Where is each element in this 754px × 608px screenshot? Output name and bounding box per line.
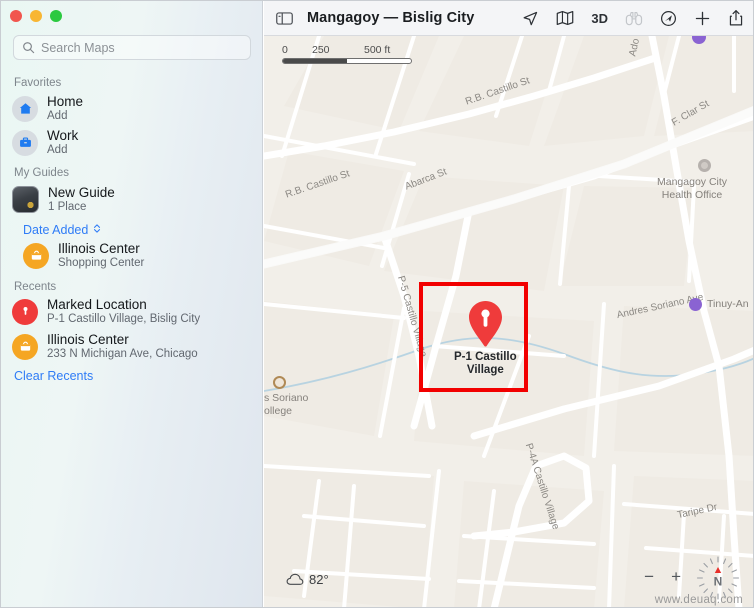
scale-track (282, 58, 412, 64)
toolbar-buttons: 3D (522, 9, 744, 27)
clear-recents-button[interactable]: Clear Recents (14, 369, 93, 383)
sort-order-label: Date Added (23, 223, 89, 237)
sidebar-item-new-guide-subtitle: 1 Place (48, 200, 87, 213)
sidebar-item-work-title: Work (47, 128, 79, 143)
close-window-button[interactable] (10, 10, 22, 22)
sidebar-item-work-subtitle: Add (47, 143, 68, 156)
sidebar: Favorites Home Add Work (1, 1, 263, 607)
sidebar-item-home-subtitle: Add (47, 109, 68, 122)
recent-item-subtitle: 233 N Michigan Ave, Chicago (47, 347, 198, 360)
toolbar: Mangagoy — Bislig City 3D (264, 1, 753, 36)
sort-chevrons-icon (92, 223, 102, 237)
weather-temperature: 82° (309, 572, 329, 587)
zoom-controls: − + (644, 567, 681, 587)
scale-bar: 0 250 500 ft (282, 44, 412, 64)
binoculars-icon[interactable] (625, 11, 643, 26)
recent-item-marked-location[interactable]: Marked Location P-1 Castillo Village, Bi… (12, 297, 258, 326)
share-upload-icon[interactable] (728, 9, 744, 27)
scale-tick-500: 500 ft (364, 44, 391, 56)
zoom-in-button[interactable]: + (671, 567, 681, 587)
zoom-out-button[interactable]: − (644, 567, 654, 587)
sort-order-button[interactable]: Date Added (23, 223, 102, 237)
sidebar-toggle-icon[interactable] (276, 11, 293, 26)
svg-text:N: N (714, 574, 723, 588)
scale-tick-0: 0 (282, 44, 288, 56)
maps-window: Favorites Home Add Work (0, 0, 754, 608)
recent-item-illinois-center[interactable]: Illinois Center 233 N Michigan Ave, Chic… (12, 332, 258, 361)
sidebar-item-new-guide[interactable]: New Guide 1 Place (12, 185, 258, 214)
guide-thumbnail-icon (12, 186, 39, 214)
minimize-window-button[interactable] (30, 10, 42, 22)
home-icon (12, 95, 38, 122)
section-header-recents: Recents (14, 281, 57, 293)
location-arrow-icon[interactable] (522, 10, 539, 27)
map-pane: Mangagoy — Bislig City 3D 0 250 500 ft R… (264, 1, 753, 607)
watermark: www.deuaq.com (654, 594, 743, 606)
map-pin-icon (12, 298, 38, 325)
guide-place-illinois-center[interactable]: Illinois Center Shopping Center (23, 241, 258, 270)
health-office-poi-icon[interactable] (698, 159, 711, 172)
cloud-icon (286, 573, 304, 586)
search-icon (22, 41, 35, 54)
section-header-favorites: Favorites (14, 77, 62, 89)
guide-place-subtitle: Shopping Center (58, 256, 145, 269)
search-input[interactable] (41, 40, 242, 55)
guide-place-title: Illinois Center (58, 241, 140, 256)
selected-pin-label: P-1 Castillo Village (454, 351, 517, 377)
page-title: Mangagoy — Bislig City (307, 10, 475, 26)
plus-icon[interactable] (694, 10, 711, 27)
3d-icon[interactable]: 3D (591, 11, 608, 26)
scale-fill (283, 59, 347, 63)
scale-tick-250: 250 (312, 44, 330, 56)
maximize-window-button[interactable] (50, 10, 62, 22)
tinuy-an-poi-icon[interactable] (689, 298, 702, 311)
search-field[interactable] (13, 35, 251, 60)
recent-item-title: Illinois Center (47, 332, 129, 347)
shopping-bag-icon (12, 333, 38, 360)
map-book-icon[interactable] (556, 10, 574, 26)
soriano-college-poi-icon[interactable] (273, 376, 286, 389)
directions-arrow-circle-icon[interactable] (660, 10, 677, 27)
shopping-bag-icon (23, 242, 49, 269)
sidebar-item-work[interactable]: Work Add (12, 128, 258, 157)
briefcase-icon (12, 129, 38, 156)
map-canvas[interactable]: 0 250 500 ft R.B. Castillo St R.B. Casti… (264, 36, 753, 607)
map-pin-icon (466, 299, 505, 349)
recent-item-subtitle: P-1 Castillo Village, Bislig City (47, 312, 201, 325)
recent-item-title: Marked Location (47, 297, 147, 312)
sidebar-item-home-title: Home (47, 94, 84, 109)
sidebar-item-home[interactable]: Home Add (12, 94, 258, 123)
weather-indicator[interactable]: 82° (286, 572, 329, 587)
window-traffic-lights (10, 10, 62, 22)
selected-map-pin[interactable]: P-1 Castillo Village (454, 299, 517, 378)
sidebar-item-new-guide-title: New Guide (48, 185, 115, 200)
section-header-my-guides: My Guides (14, 167, 69, 179)
